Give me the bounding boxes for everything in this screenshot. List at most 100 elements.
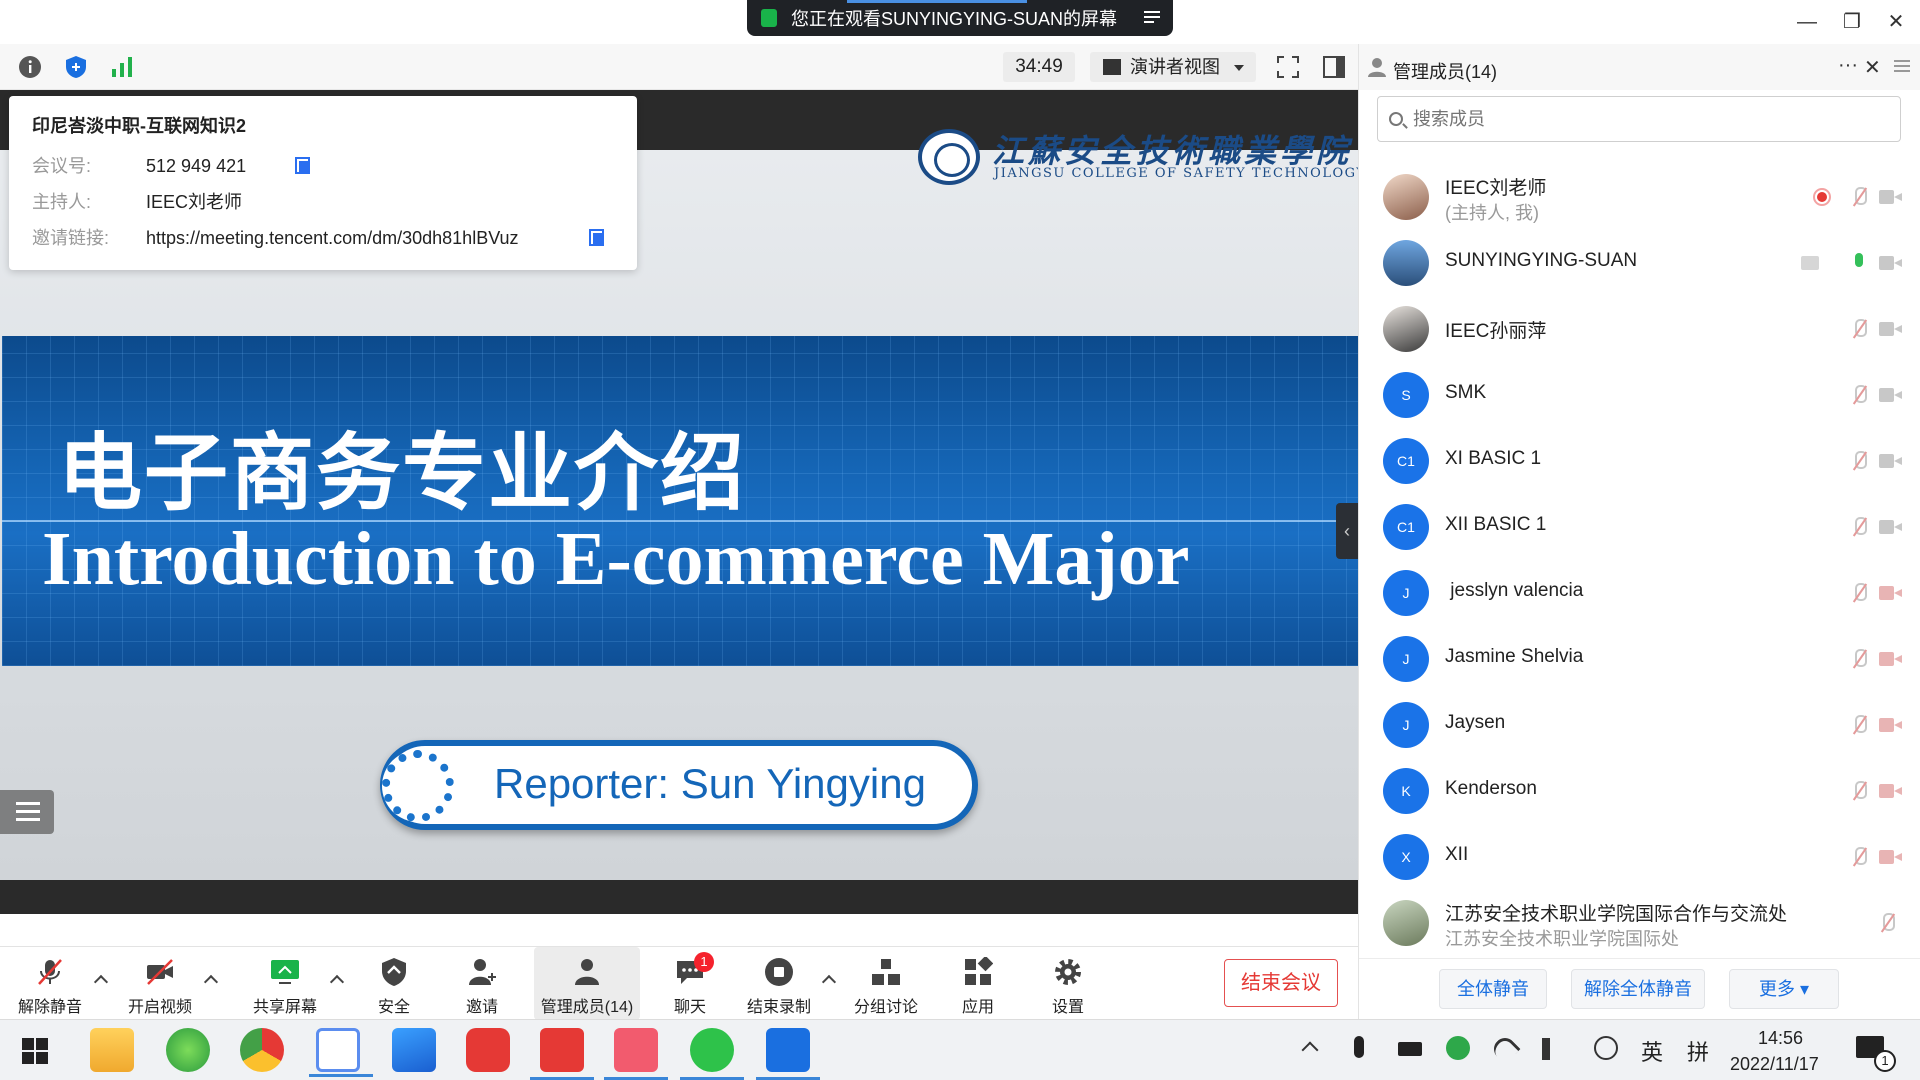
chevron-up-icon[interactable] (1301, 1041, 1319, 1059)
chevron-up-icon[interactable] (93, 974, 109, 990)
chevron-up-icon[interactable] (203, 974, 219, 990)
camera-off-icon[interactable] (1879, 586, 1903, 600)
manage-members-label: 管理成员(14) (540, 999, 634, 1016)
shield-icon[interactable] (64, 55, 88, 79)
ie-browser-icon[interactable] (166, 1028, 210, 1072)
wechat-icon[interactable] (680, 1028, 744, 1080)
start-video-button[interactable]: 开启视频 (118, 947, 202, 1020)
security-button[interactable]: 安全 (358, 947, 430, 1020)
ime-mode[interactable]: 拼 (1687, 1035, 1709, 1067)
mic-off-icon[interactable] (1851, 385, 1867, 405)
mic-off-icon[interactable] (1851, 847, 1867, 867)
chat-button[interactable]: 1 聊天 (654, 947, 726, 1020)
more-options-icon[interactable]: ··· (1838, 54, 1858, 77)
list-icon[interactable] (0, 790, 54, 834)
member-row[interactable]: K Kenderson (1359, 758, 1920, 824)
battery-icon[interactable] (1398, 1042, 1422, 1056)
pen-icon[interactable] (1594, 1036, 1618, 1060)
member-row[interactable]: IEEC孙丽萍 (1359, 296, 1920, 362)
wps-office-icon[interactable] (530, 1028, 594, 1080)
camera-off-icon[interactable] (1879, 850, 1903, 864)
menu-icon[interactable] (1143, 8, 1161, 26)
mic-off-icon[interactable] (1851, 187, 1867, 207)
member-row[interactable]: C1 XII BASIC 1 (1359, 494, 1920, 560)
red-app-icon[interactable] (466, 1028, 510, 1072)
box-app-icon[interactable] (392, 1028, 436, 1072)
camera-off-icon[interactable] (1879, 718, 1903, 732)
unmute-all-button[interactable]: 解除全体静音 (1571, 969, 1705, 1009)
breakout-button[interactable]: 分组讨论 (846, 947, 926, 1020)
chrome-icon[interactable] (240, 1028, 284, 1072)
mic-off-icon[interactable] (1879, 913, 1895, 933)
info-icon[interactable] (18, 55, 42, 79)
mic-off-icon[interactable] (1851, 781, 1867, 801)
tencent-meeting-icon[interactable] (756, 1028, 820, 1080)
settings-button[interactable]: 设置 (1032, 947, 1104, 1020)
sharing-banner[interactable]: 您正在观看SUNYINGYING-SUAN的屏幕 (747, 0, 1173, 36)
mic-off-icon[interactable] (1851, 517, 1867, 537)
member-row[interactable]: C1 XI BASIC 1 (1359, 428, 1920, 494)
clock-date[interactable]: 2022/11/17 (1730, 1054, 1819, 1075)
close-button[interactable]: ✕ (1884, 10, 1908, 34)
invite-button[interactable]: 邀请 (446, 947, 518, 1020)
sidebar-toggle-icon[interactable] (1322, 55, 1346, 79)
member-row[interactable]: J Jaysen (1359, 692, 1920, 758)
minimize-button[interactable]: — (1795, 10, 1819, 34)
copy-link-icon[interactable] (589, 229, 605, 247)
mute-all-button[interactable]: 全体静音 (1439, 969, 1547, 1009)
mic-on-icon[interactable] (1851, 253, 1867, 273)
mic-off-icon[interactable] (1851, 649, 1867, 669)
view-mode-dropdown[interactable]: 演讲者视图 (1090, 52, 1256, 82)
manage-members-button[interactable]: 管理成员(14) (534, 947, 640, 1020)
member-name: XII BASIC 1 (1445, 514, 1547, 535)
chevron-up-icon[interactable] (329, 974, 345, 990)
camera-off-icon[interactable] (1879, 652, 1903, 666)
member-row[interactable]: X XII (1359, 824, 1920, 890)
chevron-up-icon[interactable] (821, 974, 837, 990)
member-row[interactable]: S SMK (1359, 362, 1920, 428)
camera-off-icon[interactable] (1879, 784, 1903, 798)
apps-button[interactable]: 应用 (942, 947, 1014, 1020)
meeting-toolbar: 34:49 演讲者视图 (0, 44, 1358, 90)
member-row[interactable]: 江苏安全技术职业学院国际合作与交流处 江苏安全技术职业学院国际处 (1359, 890, 1920, 958)
mic-off-icon[interactable] (1851, 319, 1867, 339)
wifi-icon[interactable] (1489, 1033, 1521, 1065)
mic-off-icon[interactable] (1851, 583, 1867, 603)
close-panel-icon[interactable]: ✕ (1864, 55, 1881, 80)
more-button[interactable]: 更多 ▾ (1729, 969, 1839, 1009)
camera-off-icon[interactable] (1879, 190, 1903, 204)
photos-app-icon[interactable] (309, 1028, 373, 1077)
camera-off-icon[interactable] (1879, 256, 1903, 270)
menu-icon[interactable] (1893, 58, 1911, 74)
restore-button[interactable]: ❐ (1840, 10, 1864, 34)
stop-recording-button[interactable]: 结束录制 (740, 947, 818, 1020)
microphone-icon[interactable] (1354, 1036, 1364, 1058)
file-explorer-icon[interactable] (90, 1028, 134, 1072)
windows-start-icon[interactable] (22, 1038, 48, 1064)
mic-off-icon[interactable] (1851, 715, 1867, 735)
ime-language[interactable]: 英 (1641, 1035, 1663, 1067)
clock-time[interactable]: 14:56 (1758, 1028, 1803, 1049)
share-screen-button[interactable]: 共享屏幕 (242, 947, 328, 1020)
camera-off-icon[interactable] (1879, 520, 1903, 534)
volume-icon[interactable] (1542, 1038, 1562, 1060)
fullscreen-icon[interactable] (1276, 55, 1300, 79)
security-tray-icon[interactable] (1446, 1036, 1470, 1060)
copy-icon[interactable] (295, 157, 311, 175)
signal-icon[interactable] (110, 55, 134, 79)
member-search-input[interactable] (1377, 96, 1901, 142)
camera-off-icon[interactable] (1879, 388, 1903, 402)
unmute-button[interactable]: 解除静音 (8, 947, 92, 1020)
member-row[interactable]: J Jasmine Shelvia (1359, 626, 1920, 692)
invite-link-value[interactable]: https://meeting.tencent.com/dm/30dh81hlB… (146, 220, 519, 256)
end-meeting-button[interactable]: 结束会议 (1224, 959, 1338, 1007)
member-row[interactable]: SUNYINGYING-SUAN (1359, 230, 1920, 296)
meitu-app-icon[interactable] (604, 1028, 668, 1080)
member-row[interactable]: IEEC刘老师 (主持人, 我) (1359, 164, 1920, 230)
chevron-left-icon[interactable]: ‹ (1336, 503, 1358, 559)
camera-off-icon[interactable] (1879, 322, 1903, 336)
mic-off-icon[interactable] (1851, 451, 1867, 471)
member-row[interactable]: J jesslyn valencia (1359, 560, 1920, 626)
camera-off-icon[interactable] (1879, 454, 1903, 468)
member-name: XI BASIC 1 (1445, 448, 1542, 469)
